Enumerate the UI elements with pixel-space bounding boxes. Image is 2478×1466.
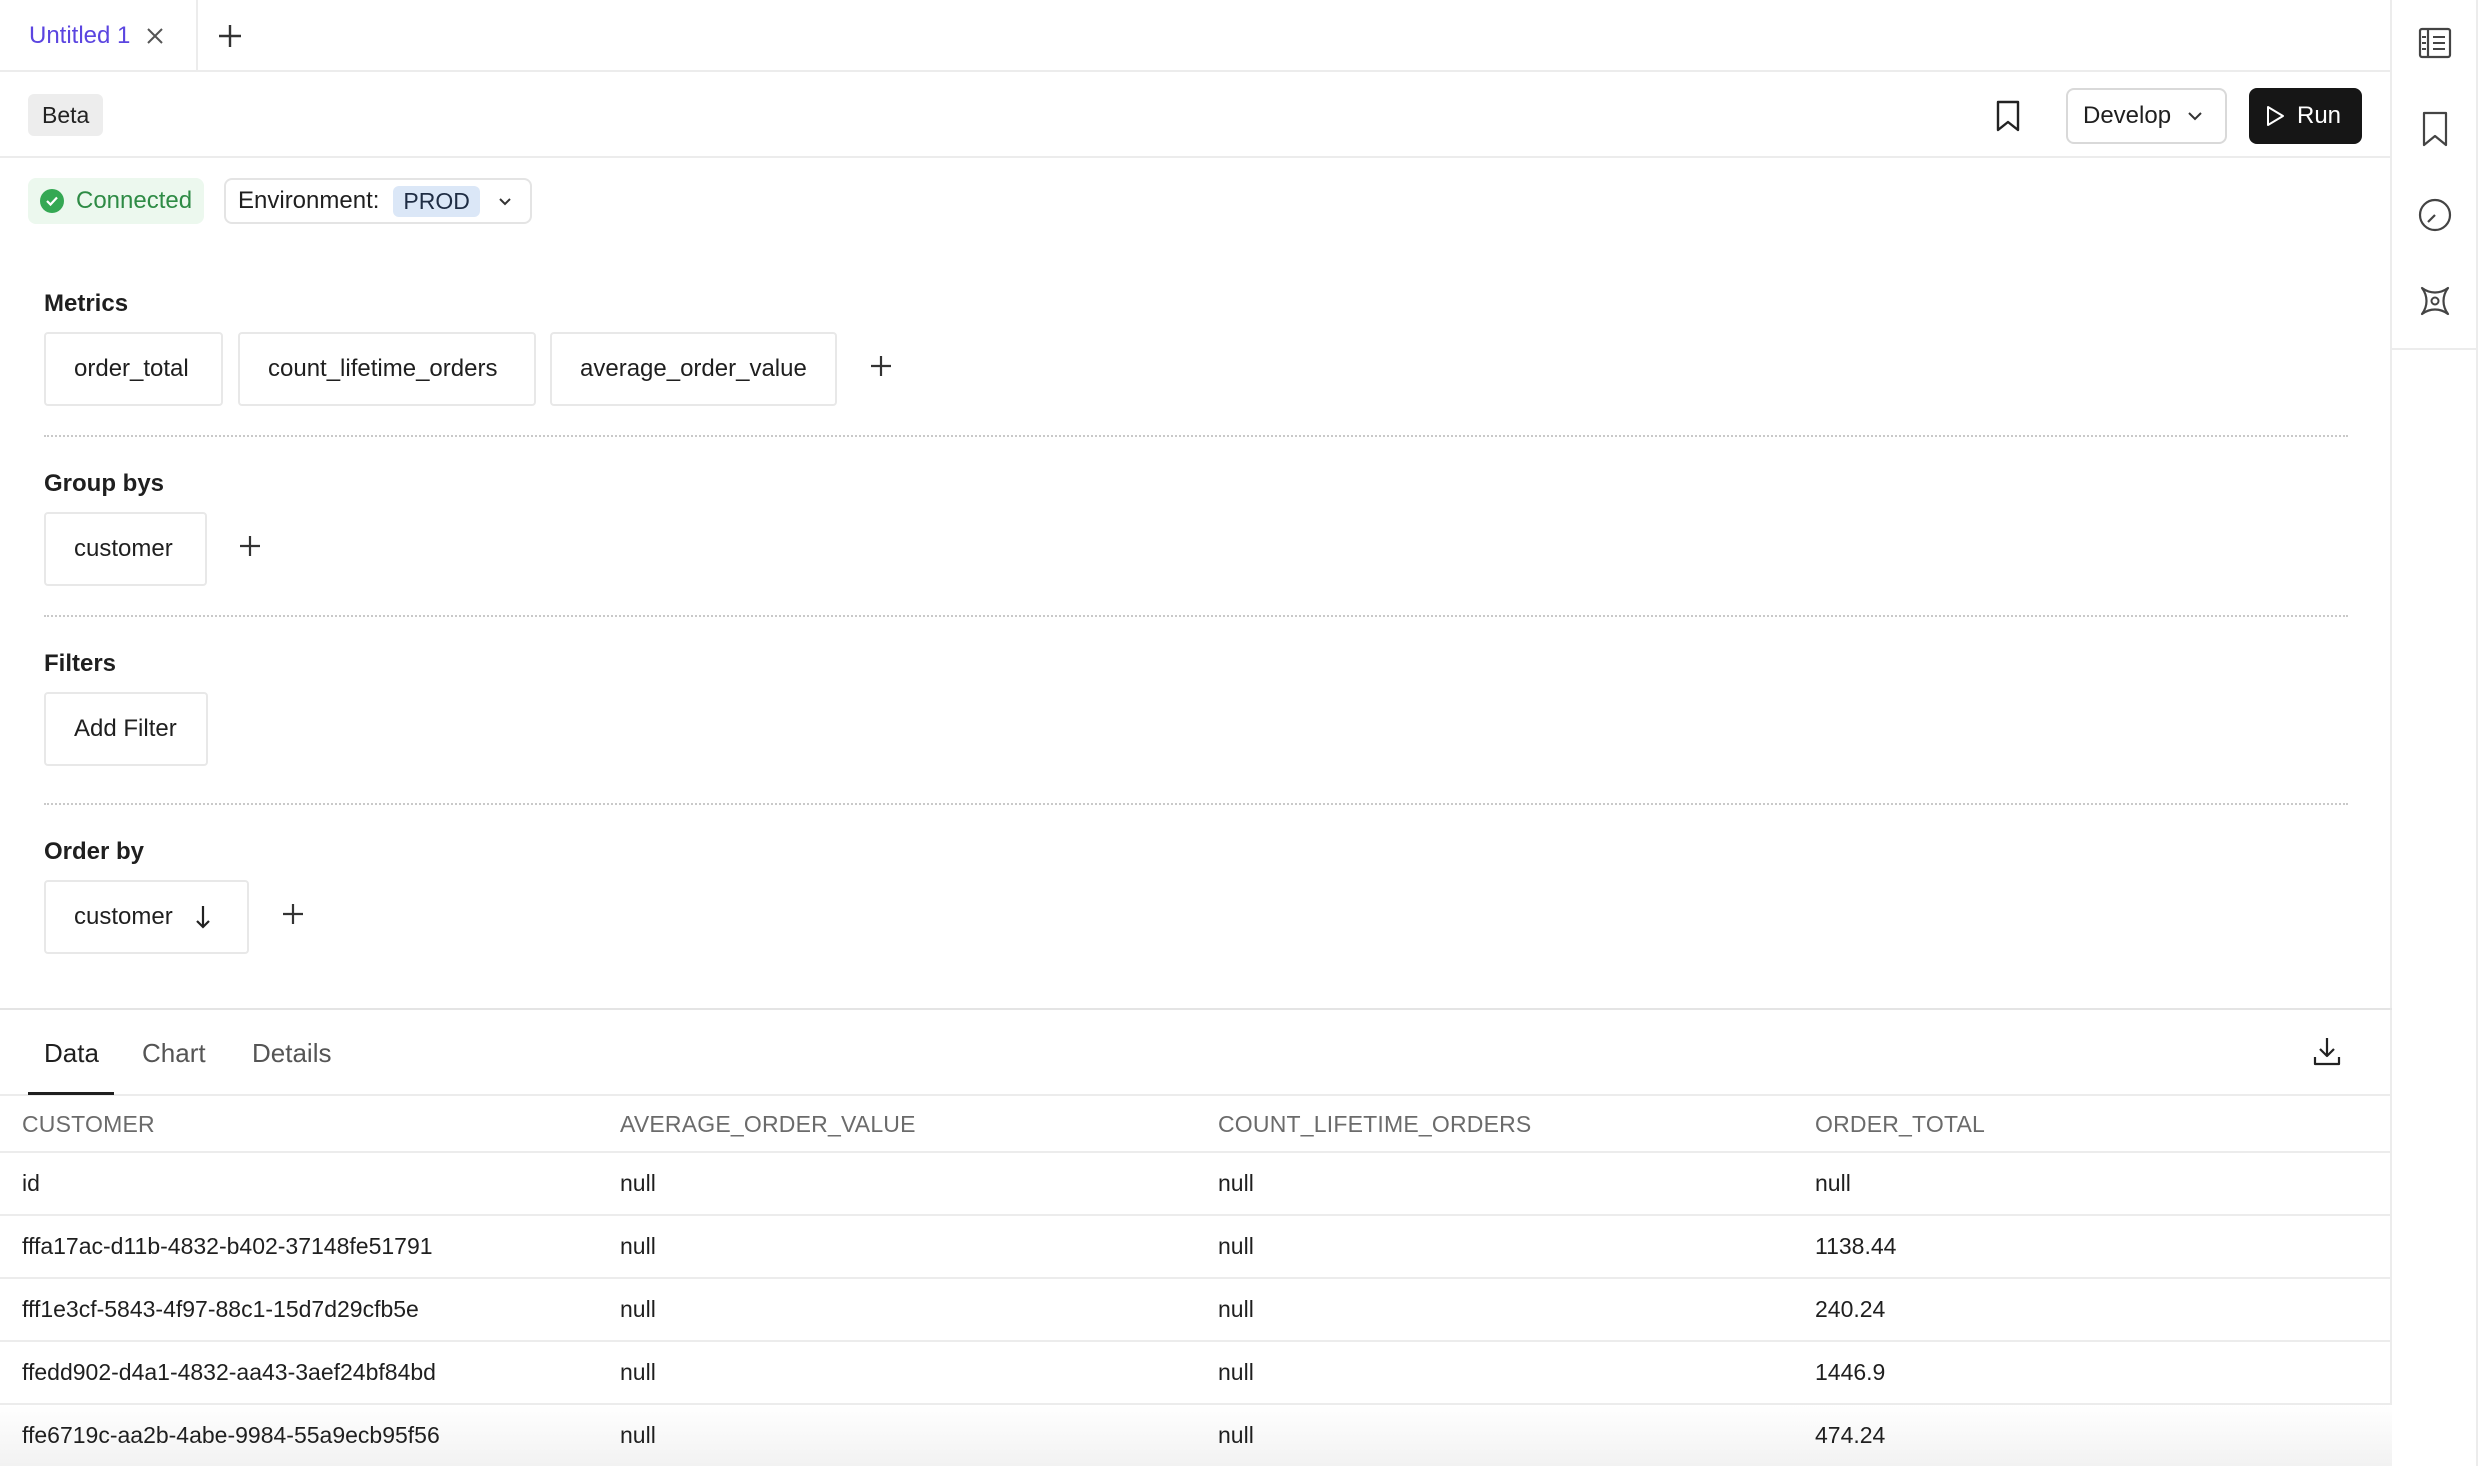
environment-select[interactable]: Environment: PROD [224,178,532,224]
add-order-by-button[interactable] [275,896,311,932]
table-row: ffe6719c-aa2b-4abe-9984-55a9ecb95f56 nul… [0,1404,2392,1466]
active-tab-indicator [28,1092,114,1095]
table-row: fffa17ac-d11b-4832-b402-37148fe51791 nul… [0,1215,2392,1279]
table-cell: id [0,1152,598,1216]
semantic-layer-icon[interactable] [2392,258,2478,344]
download-icon[interactable] [2306,1030,2348,1072]
chevron-down-icon [2187,111,2203,121]
filters-title: Filters [44,650,117,677]
order-by-title: Order by [44,838,145,865]
table-cell: null [598,1278,1196,1342]
add-group-by-button[interactable] [232,528,268,564]
run-button[interactable]: Run [2249,88,2362,144]
table-row: ffedd902-d4a1-4832-aa43-3aef24bf84bd nul… [0,1341,2392,1405]
develop-label: Develop [2083,102,2172,129]
column-header-order-total[interactable]: ORDER_TOTAL [1793,1098,2392,1153]
rail-divider [2392,348,2478,350]
table-cell: null [1196,1341,1793,1405]
column-header-average-order-value[interactable]: AVERAGE_ORDER_VALUE [598,1098,1196,1153]
table-cell: null [598,1404,1196,1466]
tab-data[interactable]: Data [44,1010,99,1096]
column-header-customer[interactable]: CUSTOMER [0,1098,598,1153]
table-cell: null [1196,1215,1793,1279]
environment-label: Environment: [238,187,380,214]
section-divider [44,615,2348,617]
table-cell: null [598,1341,1196,1405]
arrow-down-icon[interactable] [195,904,211,930]
results-panel: Data Chart Details CUSTOMER AVERAGE_ORDE… [0,1008,2392,1466]
develop-dropdown[interactable]: Develop [2066,88,2227,144]
tab-chart[interactable]: Chart [142,1010,206,1096]
table-cell: 1446.9 [1793,1341,2392,1405]
table-cell: 1138.44 [1793,1215,2392,1279]
results-tabs: Data Chart Details [0,1010,2392,1096]
table-row: id null null null [0,1152,2392,1216]
metrics-title: Metrics [44,290,129,317]
table-cell: null [598,1215,1196,1279]
group-bys-title: Group bys [44,470,165,497]
table-header-row: CUSTOMER AVERAGE_ORDER_VALUE COUNT_LIFET… [0,1098,2392,1153]
tab-details[interactable]: Details [252,1010,331,1096]
table-cell: null [1196,1278,1793,1342]
run-label: Run [2297,102,2342,129]
plus-icon[interactable] [212,18,248,54]
bookmark-icon[interactable] [2392,86,2478,172]
environment-value: PROD [393,185,480,217]
table-cell: fffa17ac-d11b-4832-b402-37148fe51791 [0,1215,598,1279]
table-row: fff1e3cf-5843-4f97-88c1-15d7d29cfb5e nul… [0,1278,2392,1342]
main-panel: Untitled 1 Beta Develop Run Connected En… [0,0,2392,1466]
plus-icon [240,536,260,556]
order-by-label: customer [74,903,173,930]
metric-chip-order-total[interactable]: order_total [44,332,223,406]
check-circle-icon [40,189,64,213]
play-icon [2265,105,2285,127]
close-icon[interactable] [144,25,166,47]
toolbar: Beta Develop Run [0,72,2392,158]
table-cell: null [1196,1404,1793,1466]
plus-icon [283,904,303,924]
tab-bar: Untitled 1 [0,0,2392,72]
table-cell: null [1196,1152,1793,1216]
table-cell: 474.24 [1793,1404,2392,1466]
results-table: CUSTOMER AVERAGE_ORDER_VALUE COUNT_LIFET… [0,1098,2392,1466]
metric-chip-count-lifetime-orders[interactable]: count_lifetime_orders [238,332,536,406]
table-cell: ffedd902-d4a1-4832-aa43-3aef24bf84bd [0,1341,598,1405]
section-divider [44,803,2348,805]
connection-status: Connected [28,178,205,224]
table-cell: 240.24 [1793,1278,2392,1342]
table-cell: fff1e3cf-5843-4f97-88c1-15d7d29cfb5e [0,1278,598,1342]
bookmark-icon[interactable] [1990,98,2026,134]
order-by-chip-customer[interactable]: customer [44,880,249,954]
connected-label: Connected [76,187,193,214]
section-divider [44,435,2348,437]
tab-untitled-1[interactable]: Untitled 1 [0,0,198,72]
tab-label: Untitled 1 [29,22,131,49]
status-row: Connected Environment: PROD [0,178,2392,228]
table-cell: ffe6719c-aa2b-4abe-9984-55a9ecb95f56 [0,1404,598,1466]
group-by-chip-customer[interactable]: customer [44,512,207,586]
chevron-down-icon [498,197,512,206]
beta-badge: Beta [28,94,104,136]
right-rail [2392,0,2478,1466]
add-filter-button[interactable]: Add Filter [44,692,208,766]
metric-chip-average-order-value[interactable]: average_order_value [550,332,837,406]
column-header-count-lifetime-orders[interactable]: COUNT_LIFETIME_ORDERS [1196,1098,1793,1153]
table-cell: null [1793,1152,2392,1216]
plus-icon [871,356,891,376]
add-metric-button[interactable] [863,348,899,384]
table-cell: null [598,1152,1196,1216]
list-panel-icon[interactable] [2392,0,2478,86]
history-clock-icon[interactable] [2392,172,2478,258]
